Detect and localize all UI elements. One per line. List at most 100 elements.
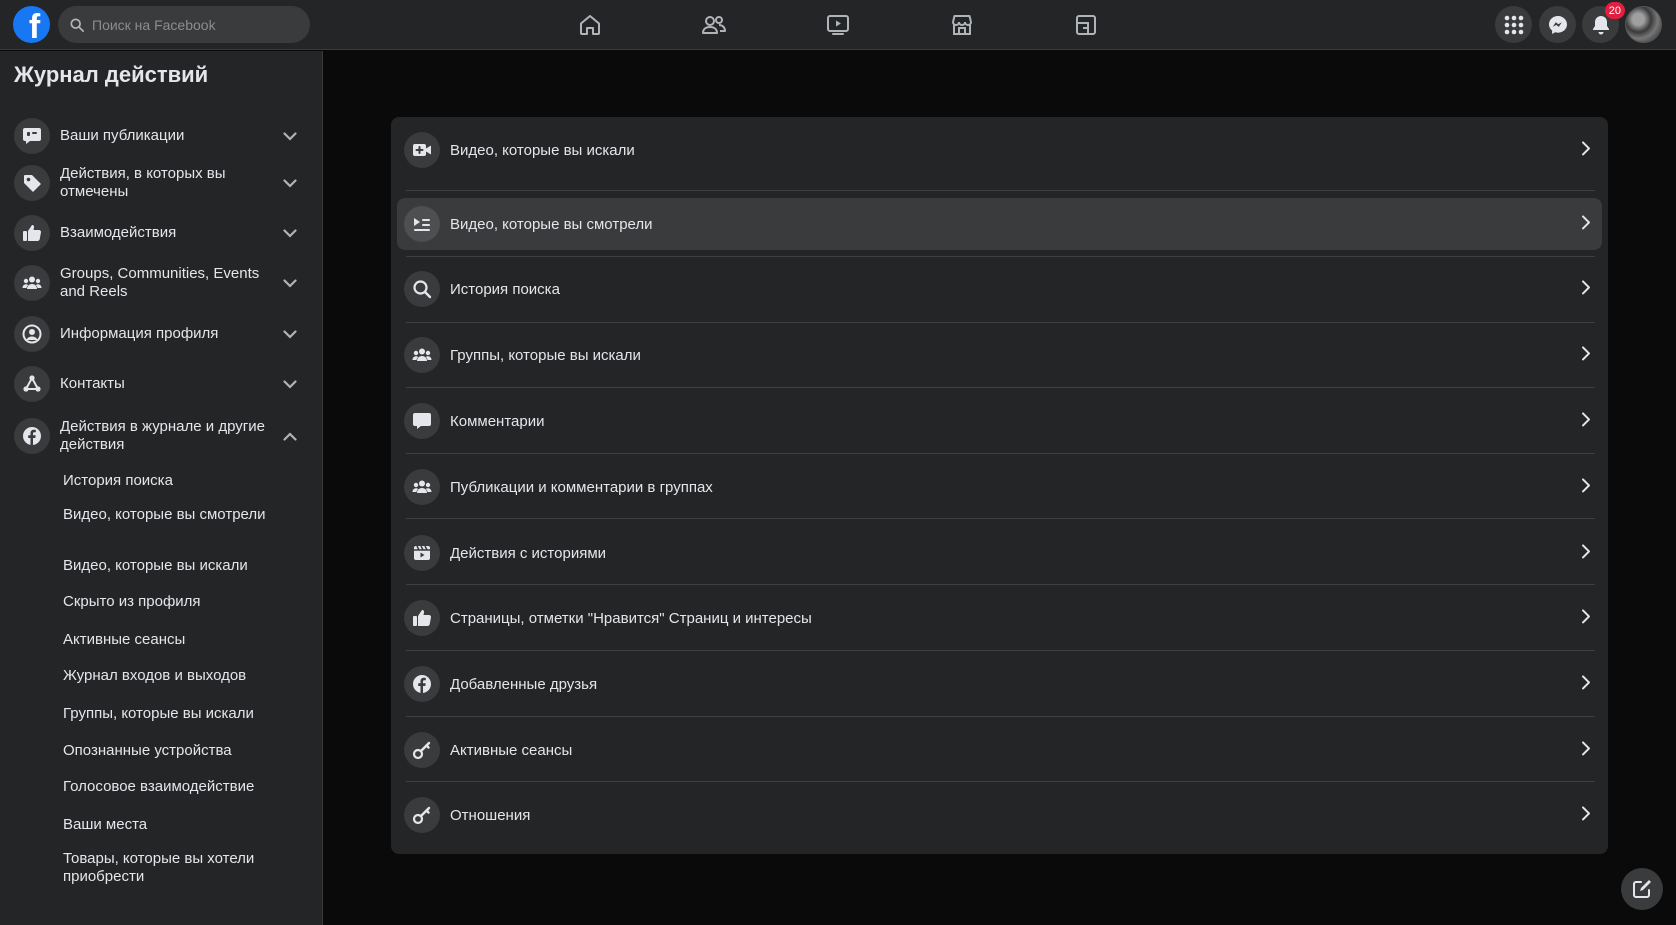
sidebar-item-groups[interactable]: Groups, Communities, Events and Reels xyxy=(8,258,314,308)
list-item-label: История поиска xyxy=(450,280,560,298)
sidebar-item-tagged[interactable]: Действия, в которых вы отмечены xyxy=(8,158,314,208)
list-item[interactable]: История поиска xyxy=(397,263,1602,315)
comment-icon xyxy=(404,403,440,439)
nav-watch[interactable] xyxy=(776,0,900,50)
network-icon xyxy=(14,366,50,402)
profile-icon xyxy=(14,316,50,352)
notifications-button[interactable]: 20 xyxy=(1582,2,1625,43)
nav-marketplace[interactable] xyxy=(900,0,1024,50)
divider xyxy=(406,453,1595,454)
key-icon xyxy=(404,797,440,833)
list-item[interactable]: Видео, которые вы искали xyxy=(397,124,1602,176)
sidebar-item-interactions[interactable]: Взаимодействия xyxy=(8,208,314,258)
list-item-label: Группы, которые вы искали xyxy=(450,346,641,364)
sidebar-subitem[interactable]: Ваши места xyxy=(63,816,273,834)
facebook-icon xyxy=(404,666,440,702)
messenger-button[interactable] xyxy=(1539,6,1576,43)
sidebar-item-label: Действия, в которых вы отмечены xyxy=(60,165,226,200)
sidebar-item-label: Ваши публикации xyxy=(60,127,185,144)
facebook-logo[interactable]: f xyxy=(13,6,50,43)
list-item-label: Отношения xyxy=(450,806,531,824)
marketplace-icon xyxy=(950,13,974,37)
divider xyxy=(406,584,1595,585)
grid-menu-icon xyxy=(1504,15,1524,35)
sidebar-subitem[interactable]: Активные сеансы xyxy=(63,631,273,649)
chevron-right-icon xyxy=(1576,409,1596,429)
sidebar-item-label: Взаимодействия xyxy=(60,224,177,241)
sidebar-subitem[interactable]: Видео, которые вы смотрели xyxy=(63,506,273,524)
list-item-label: Страницы, отметки "Нравится" Страниц и и… xyxy=(450,609,812,627)
list-item[interactable]: Отношения xyxy=(397,789,1602,841)
video-add-icon xyxy=(404,132,440,168)
home-icon xyxy=(578,13,602,37)
list-item-label: Комментарии xyxy=(450,412,545,430)
sidebar: Журнал действий Ваши публикации Действия… xyxy=(0,51,323,925)
nav-gaming[interactable] xyxy=(1024,0,1148,50)
chevron-right-icon xyxy=(1576,212,1596,232)
divider xyxy=(406,322,1595,323)
chevron-up-icon[interactable] xyxy=(280,426,300,446)
chevron-right-icon xyxy=(1576,138,1596,158)
nav-friends[interactable] xyxy=(652,0,776,50)
nav-home[interactable] xyxy=(528,0,652,50)
chat-bubble-icon xyxy=(14,118,50,154)
sidebar-subitem[interactable]: Группы, которые вы искали xyxy=(63,705,273,723)
list-item[interactable]: Активные сеансы xyxy=(397,724,1602,776)
divider xyxy=(406,256,1595,257)
video-list-icon xyxy=(404,206,440,242)
chevron-down-icon[interactable] xyxy=(280,223,300,243)
chevron-down-icon[interactable] xyxy=(280,173,300,193)
list-item[interactable]: Комментарии xyxy=(397,395,1602,447)
top-bar: f Поиск на Facebook 20 xyxy=(0,0,1676,50)
sidebar-subitem[interactable]: Журнал входов и выходов xyxy=(63,667,273,685)
chevron-down-icon[interactable] xyxy=(280,126,300,146)
list-item-label: Действия с историями xyxy=(450,544,607,562)
sidebar-subitem[interactable]: Товары, которые вы хотели приобрести xyxy=(63,850,273,886)
chevron-down-icon[interactable] xyxy=(280,374,300,394)
menu-button[interactable] xyxy=(1495,6,1532,43)
sidebar-subitem[interactable]: История поиска xyxy=(63,472,273,490)
sidebar-item-your-posts[interactable]: Ваши публикации xyxy=(8,111,314,161)
sidebar-subitem[interactable]: Опознанные устройства xyxy=(63,742,273,760)
list-item[interactable]: Видео, которые вы смотрели xyxy=(397,198,1602,250)
chevron-down-icon[interactable] xyxy=(280,273,300,293)
watch-icon xyxy=(826,13,850,37)
divider xyxy=(406,387,1595,388)
tag-icon xyxy=(14,165,50,201)
search-input[interactable] xyxy=(92,16,292,33)
stories-icon xyxy=(404,535,440,571)
search-icon xyxy=(404,271,440,307)
notification-badge: 20 xyxy=(1604,2,1625,19)
facebook-icon xyxy=(14,418,50,454)
divider xyxy=(406,190,1595,191)
avatar[interactable] xyxy=(1625,6,1662,43)
search-box[interactable] xyxy=(58,6,310,43)
chevron-right-icon xyxy=(1576,343,1596,363)
activity-list-panel: Видео, которые вы искали Видео, которые … xyxy=(391,117,1608,854)
sidebar-item-label: Информация профиля xyxy=(60,325,219,342)
list-item[interactable]: Добавленные друзья xyxy=(397,658,1602,710)
messenger-icon xyxy=(1548,15,1568,35)
list-item-label: Публикации и комментарии в группах xyxy=(450,478,713,496)
sidebar-subitem[interactable]: Голосовое взаимодействие xyxy=(63,778,273,796)
gaming-icon xyxy=(1074,13,1098,37)
list-item[interactable]: Группы, которые вы искали xyxy=(397,329,1602,381)
list-item[interactable]: Действия с историями xyxy=(397,527,1602,579)
chevron-right-icon xyxy=(1576,475,1596,495)
sidebar-title: Журнал действий xyxy=(14,62,209,87)
divider xyxy=(406,518,1595,519)
divider xyxy=(406,781,1595,782)
chevron-right-icon xyxy=(1576,606,1596,626)
new-message-button[interactable] xyxy=(1621,868,1663,910)
chevron-down-icon[interactable] xyxy=(280,324,300,344)
groups-icon xyxy=(14,265,50,301)
list-item[interactable]: Страницы, отметки "Нравится" Страниц и и… xyxy=(397,592,1602,644)
sidebar-item-contacts[interactable]: Контакты xyxy=(8,359,314,409)
sidebar-item-logged-actions[interactable]: Действия в журнале и другие действия xyxy=(8,411,314,461)
sidebar-subitem[interactable]: Видео, которые вы искали xyxy=(63,557,273,575)
sidebar-subitem[interactable]: Скрыто из профиля xyxy=(63,593,273,611)
list-item[interactable]: Публикации и комментарии в группах xyxy=(397,461,1602,513)
chevron-right-icon xyxy=(1576,541,1596,561)
divider xyxy=(406,716,1595,717)
sidebar-item-profile-info[interactable]: Информация профиля xyxy=(8,309,314,359)
